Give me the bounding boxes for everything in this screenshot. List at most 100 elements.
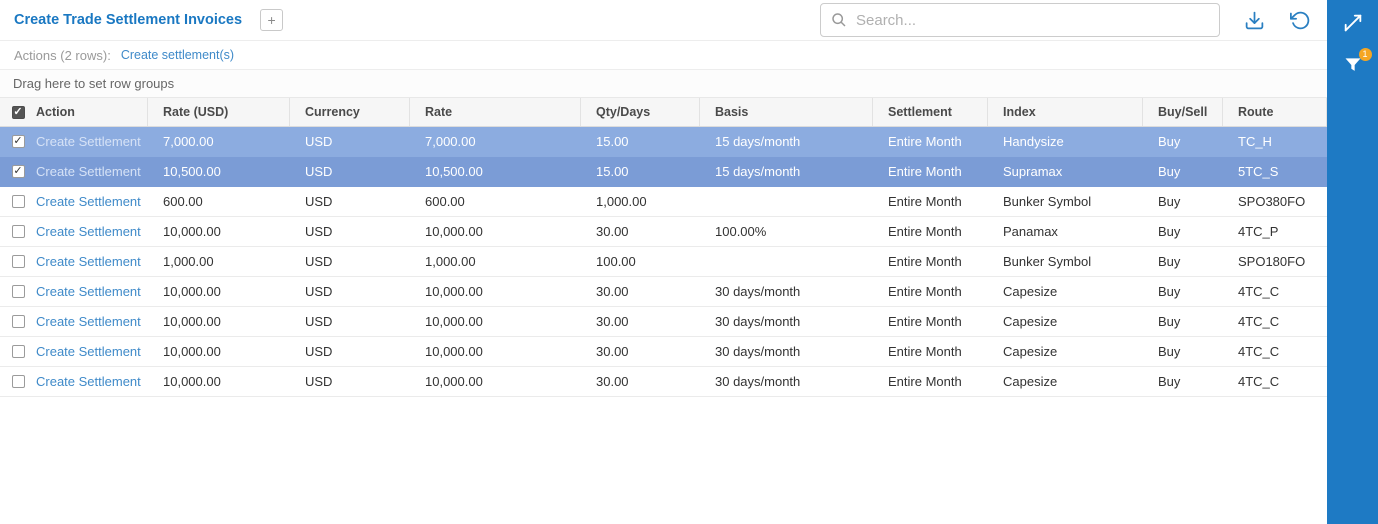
cell-buy_sell: Buy [1143,157,1223,186]
filter-count-badge: 1 [1359,48,1372,61]
cell-rate: 600.00 [410,187,581,216]
cell-index: Capesize [988,337,1143,366]
row-checkbox[interactable] [12,345,25,358]
row-checkbox[interactable] [12,135,25,148]
grid-body: Create Settlement7,000.00USD7,000.0015.0… [0,127,1327,524]
table-row[interactable]: Create Settlement10,000.00USD10,000.0030… [0,337,1327,367]
cell-buy_sell: Buy [1143,307,1223,336]
cell-index: Handysize [988,127,1143,156]
cell-currency: USD [290,187,410,216]
create-settlement-link[interactable]: Create Settlement [36,217,148,246]
row-checkbox[interactable] [12,165,25,178]
cell-qty_days: 30.00 [581,307,700,336]
download-button[interactable] [1242,8,1266,32]
create-settlements-link[interactable]: Create settlement(s) [121,48,234,62]
cell-index: Supramax [988,157,1143,186]
create-settlement-link[interactable]: Create Settlement [36,187,148,216]
column-header-currency[interactable]: Currency [290,98,410,126]
table-row[interactable]: Create Settlement7,000.00USD7,000.0015.0… [0,127,1327,157]
cell-basis: 30 days/month [700,307,873,336]
undo-button[interactable] [1288,8,1312,32]
cell-settlement: Entire Month [873,187,988,216]
cell-buy_sell: Buy [1143,187,1223,216]
row-checkbox[interactable] [12,225,25,238]
row-checkbox-cell [0,157,36,186]
column-header-buy_sell[interactable]: Buy/Sell [1143,98,1223,126]
search-icon [831,12,847,28]
column-header-rate_usd[interactable]: Rate (USD) [148,98,290,126]
create-settlement-link[interactable]: Create Settlement [36,277,148,306]
cell-rate: 1,000.00 [410,247,581,276]
table-row[interactable]: Create Settlement600.00USD600.001,000.00… [0,187,1327,217]
cell-index: Panamax [988,217,1143,246]
row-checkbox[interactable] [12,315,25,328]
create-settlement-link[interactable]: Create Settlement [36,157,148,186]
cell-rate: 10,500.00 [410,157,581,186]
row-checkbox[interactable] [12,375,25,388]
row-checkbox-cell [0,307,36,336]
cell-qty_days: 30.00 [581,277,700,306]
cell-basis [700,187,873,216]
cell-basis: 30 days/month [700,367,873,396]
cell-route: TC_H [1223,127,1327,156]
cell-route: 4TC_C [1223,307,1327,336]
search-input[interactable] [854,11,1209,30]
create-settlement-link[interactable]: Create Settlement [36,367,148,396]
create-settlement-link[interactable]: Create Settlement [36,127,148,156]
row-checkbox-cell [0,367,36,396]
row-checkbox[interactable] [12,285,25,298]
cell-rate_usd: 10,000.00 [148,217,290,246]
row-checkbox[interactable] [12,255,25,268]
cell-currency: USD [290,217,410,246]
row-checkbox-cell [0,217,36,246]
filter-tool-button[interactable]: 1 [1340,52,1366,78]
create-settlement-link[interactable]: Create Settlement [36,247,148,276]
add-button[interactable]: + [260,9,283,31]
cell-settlement: Entire Month [873,337,988,366]
table-row[interactable]: Create Settlement10,000.00USD10,000.0030… [0,217,1327,247]
table-row[interactable]: Create Settlement10,000.00USD10,000.0030… [0,367,1327,397]
actions-label: Actions (2 rows): [14,48,111,63]
cell-settlement: Entire Month [873,277,988,306]
table-row[interactable]: Create Settlement10,000.00USD10,000.0030… [0,277,1327,307]
cell-basis: 30 days/month [700,277,873,306]
column-header-index[interactable]: Index [988,98,1143,126]
cell-rate: 10,000.00 [410,277,581,306]
column-header-route[interactable]: Route [1223,98,1327,126]
column-header-basis[interactable]: Basis [700,98,873,126]
cell-rate_usd: 10,000.00 [148,337,290,366]
page-title: Create Trade Settlement Invoices [14,12,242,28]
cell-rate: 10,000.00 [410,217,581,246]
cell-settlement: Entire Month [873,217,988,246]
cell-index: Capesize [988,277,1143,306]
column-header-qty_days[interactable]: Qty/Days [581,98,700,126]
column-header-action[interactable]: Action [36,98,148,126]
grid-header-row: ActionRate (USD)CurrencyRateQty/DaysBasi… [0,98,1327,127]
table-row[interactable]: Create Settlement1,000.00USD1,000.00100.… [0,247,1327,277]
column-header-settlement[interactable]: Settlement [873,98,988,126]
cell-rate_usd: 7,000.00 [148,127,290,156]
row-group-dropzone[interactable]: Drag here to set row groups [0,70,1327,98]
cell-qty_days: 30.00 [581,217,700,246]
search-box[interactable] [820,3,1220,37]
column-header-rate[interactable]: Rate [410,98,581,126]
create-settlement-link[interactable]: Create Settlement [36,307,148,336]
table-row[interactable]: Create Settlement10,500.00USD10,500.0015… [0,157,1327,187]
cell-qty_days: 15.00 [581,127,700,156]
cell-buy_sell: Buy [1143,277,1223,306]
actions-bar: Actions (2 rows): Create settlement(s) [0,41,1327,70]
data-grid: ActionRate (USD)CurrencyRateQty/DaysBasi… [0,98,1327,524]
cell-index: Bunker Symbol [988,187,1143,216]
main-panel: Create Trade Settlement Invoices + [0,0,1327,524]
cell-rate: 7,000.00 [410,127,581,156]
row-checkbox[interactable] [12,195,25,208]
undo-icon [1290,10,1311,31]
create-settlement-link[interactable]: Create Settlement [36,337,148,366]
table-row[interactable]: Create Settlement10,000.00USD10,000.0030… [0,307,1327,337]
row-checkbox-cell [0,277,36,306]
select-all-checkbox[interactable] [12,106,25,119]
cell-currency: USD [290,247,410,276]
row-checkbox-cell [0,127,36,156]
topbar-right [820,3,1312,37]
chart-tool-button[interactable] [1340,10,1366,36]
